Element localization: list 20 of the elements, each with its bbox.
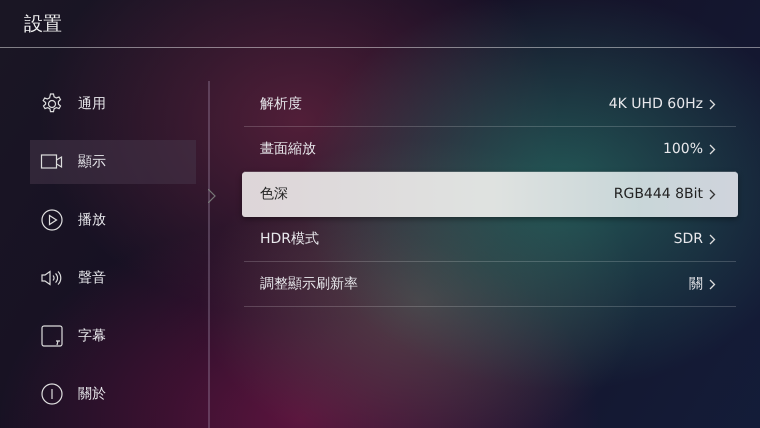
setting-row[interactable]: 色深 RGB444 8Bit — [242, 172, 738, 217]
sidebar-item[interactable]: 通用 — [30, 82, 196, 126]
page-title: 設置 — [24, 12, 62, 36]
chevron-icon — [709, 278, 716, 290]
info-icon — [40, 382, 64, 406]
setting-row[interactable]: 調整顯示刷新率 關 — [244, 262, 736, 307]
sidebar-item[interactable]: 聲音 — [30, 256, 196, 300]
chevron-icon — [709, 98, 716, 110]
chevron-icon — [709, 144, 716, 154]
setting-row[interactable]: HDR模式 SDR — [244, 217, 736, 262]
sidebar-item[interactable]: 播放 — [30, 198, 196, 242]
sidebar-item[interactable]: 字幕 — [30, 314, 196, 358]
pointer-icon — [208, 189, 216, 203]
chevron-icon — [709, 234, 716, 244]
subtitle-icon — [40, 324, 64, 348]
sidebar-item[interactable]: 關於 — [30, 372, 196, 416]
sidebar-item[interactable]: 顯示 — [30, 140, 196, 184]
play-icon — [40, 208, 64, 232]
chevron-icon — [709, 188, 716, 200]
setting-row[interactable]: 解析度 4K UHD 60Hz — [244, 82, 736, 127]
